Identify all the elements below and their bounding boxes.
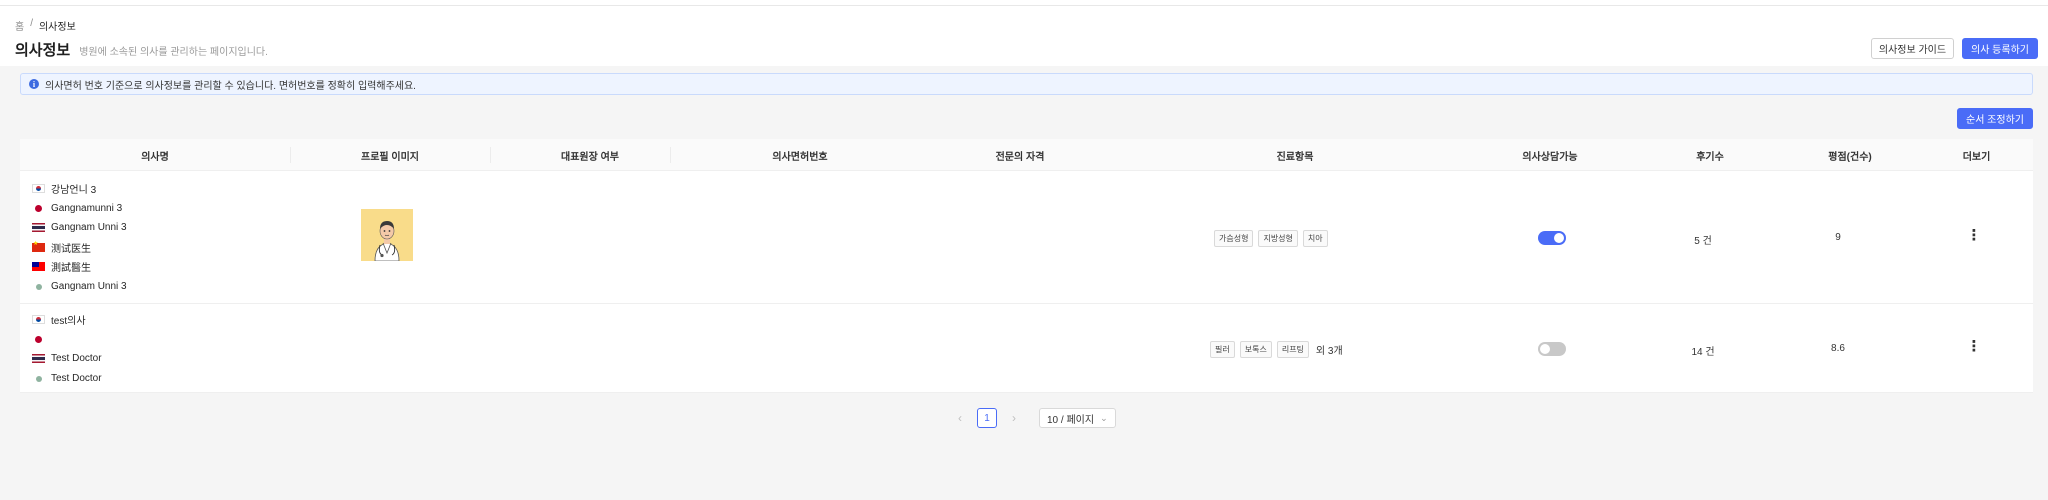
doctor-name-text: test의사 xyxy=(51,316,86,328)
review-count: 5 건 xyxy=(1694,236,1712,247)
review-count: 14 건 xyxy=(1691,347,1715,358)
page-subtitle: 병원에 소속된 의사를 관리하는 페이지입니다. xyxy=(79,47,268,58)
cn-flag-icon xyxy=(32,240,45,252)
treatment-tag: 보톡스 xyxy=(1239,341,1272,358)
toggle-knob xyxy=(1554,233,1564,243)
doctor-guide-button[interactable]: 의사정보 가이드 xyxy=(1871,38,1954,59)
doctor-name-line: test의사 xyxy=(32,310,102,330)
doctor-name-text: Test Doctor xyxy=(51,353,102,365)
breadcrumb: 홈 / 의사정보 xyxy=(15,18,76,33)
page-size-select[interactable]: 10 / 페이지 ⌄ xyxy=(1039,408,1116,428)
info-icon: i xyxy=(29,79,39,89)
doctor-name-line: 강남언니 3 xyxy=(32,179,127,199)
page-number-button[interactable]: 1 xyxy=(977,408,997,428)
chevron-down-icon: ⌄ xyxy=(1100,412,1108,423)
doctor-name-text: Gangnamunni 3 xyxy=(51,202,123,214)
column-header-head-director: 대표원장 여부 xyxy=(561,151,619,163)
doctor-avatar xyxy=(361,209,413,262)
doctor-name-line: Gangnam Unni 3 xyxy=(32,218,127,238)
doctor-name-line: 测试医生 xyxy=(32,238,127,258)
doctor-name-text: 测试医生 xyxy=(51,243,91,255)
treatment-tag: 필러 xyxy=(1210,341,1235,358)
prev-page-icon[interactable]: ‹ xyxy=(953,411,967,425)
jp-flag-icon xyxy=(32,204,45,213)
rating-value: 9 xyxy=(1835,232,1841,243)
table-row[interactable]: 강남언니 3 Gangnamunni 3 Gangnam Unni 3 测试医生… xyxy=(20,171,2033,304)
kr-flag-icon xyxy=(32,315,45,325)
page-title: 의사정보 xyxy=(15,42,71,59)
doctor-name-line: Gangnamunni 3 xyxy=(32,199,127,219)
rating-value: 8.6 xyxy=(1831,343,1845,354)
kr-flag-icon xyxy=(32,184,45,194)
register-doctor-button[interactable]: 의사 등록하기 xyxy=(1962,38,2038,59)
doctor-name-line: 測試醫生 xyxy=(32,257,127,277)
treatment-tag: 가슴성형 xyxy=(1214,230,1254,247)
column-header-name: 의사명 xyxy=(141,151,169,163)
doctor-name-list: test의사 Test Doctor Test Doctor xyxy=(32,310,102,388)
column-header-review-count: 후기수 xyxy=(1696,151,1724,163)
table-row[interactable]: test의사 Test Doctor Test Doctor 필러 보톡스 리프… xyxy=(20,304,2033,393)
doctor-name-text: 測試醫生 xyxy=(51,263,91,275)
doctor-name-text: Test Doctor xyxy=(51,372,102,384)
title-row: 의사정보 병원에 소속된 의사를 관리하는 페이지입니다. xyxy=(15,39,268,60)
column-header-consultation: 의사상담가능 xyxy=(1522,151,1578,163)
globe-dot-icon xyxy=(32,282,45,291)
column-header-more: 더보기 xyxy=(1962,151,1991,163)
doctor-name-line: Test Doctor xyxy=(32,349,102,369)
breadcrumb-home[interactable]: 홈 xyxy=(15,18,24,33)
doctor-name-line: Gangnam Unni 3 xyxy=(32,277,127,297)
main-content: i 의사면허 번호 기준으로 의사정보를 관리할 수 있습니다. 면허번호를 정… xyxy=(0,66,2048,500)
toggle-knob xyxy=(1540,344,1550,354)
doctor-name-line: Test Doctor xyxy=(32,369,102,389)
column-header-rating: 평점(건수) xyxy=(1828,151,1872,163)
doctor-name-text: Gangnam Unni 3 xyxy=(51,280,127,292)
th-flag-icon xyxy=(32,223,45,233)
jp-flag-icon xyxy=(32,335,45,344)
column-divider xyxy=(670,147,671,163)
breadcrumb-current: 의사정보 xyxy=(38,22,76,33)
treatment-tags: 가슴성형 지방성형 치아 xyxy=(1214,230,1328,247)
th-flag-icon xyxy=(32,354,45,364)
treatment-tag: 리프팅 xyxy=(1276,341,1309,358)
doctor-name-line xyxy=(32,330,102,350)
doctor-name-text: 강남언니 3 xyxy=(51,185,97,197)
doctor-avatar-illustration xyxy=(361,209,413,262)
more-options-icon[interactable]: ⋮ xyxy=(1967,228,1982,243)
pagination: ‹ 1 › 10 / 페이지 ⌄ xyxy=(953,408,1116,428)
info-alert-text: 의사면허 번호 기준으로 의사정보를 관리할 수 있습니다. 면허번호를 정확히… xyxy=(45,80,416,92)
next-page-icon[interactable]: › xyxy=(1007,411,1021,425)
doctor-name-list: 강남언니 3 Gangnamunni 3 Gangnam Unni 3 测试医生… xyxy=(32,179,127,296)
consultation-toggle[interactable] xyxy=(1538,342,1566,356)
treatment-tag: 지방성형 xyxy=(1258,230,1298,247)
page-header: 홈 / 의사정보 의사정보 병원에 소속된 의사를 관리하는 페이지입니다. 의… xyxy=(0,6,2048,66)
column-header-specialist: 전문의 자격 xyxy=(995,151,1045,163)
globe-dot-icon xyxy=(32,374,45,383)
column-header-license-number: 의사면허번호 xyxy=(772,151,828,163)
treatment-more-count: 외 3개 xyxy=(1315,346,1343,357)
doctor-table: 의사명 프로필 이미지 대표원장 여부 의사면허번호 전문의 자격 진료항목 의… xyxy=(20,139,2033,393)
doctor-name-text: Gangnam Unni 3 xyxy=(51,222,127,234)
column-header-treatments: 진료항목 xyxy=(1276,151,1314,163)
page-size-value: 10 / 페이지 xyxy=(1047,414,1095,426)
reorder-button[interactable]: 순서 조정하기 xyxy=(1957,108,2033,129)
treatment-tag: 치아 xyxy=(1302,230,1328,247)
table-header: 의사명 프로필 이미지 대표원장 여부 의사면허번호 전문의 자격 진료항목 의… xyxy=(20,139,2033,171)
info-alert: i 의사면허 번호 기준으로 의사정보를 관리할 수 있습니다. 면허번호를 정… xyxy=(20,73,2033,95)
treatment-tags: 필러 보톡스 리프팅 외 3개 xyxy=(1210,341,1343,358)
more-options-icon[interactable]: ⋮ xyxy=(1967,339,1982,354)
tw-flag-icon xyxy=(32,262,45,272)
breadcrumb-separator: / xyxy=(30,18,33,29)
consultation-toggle[interactable] xyxy=(1538,231,1566,245)
column-header-profile-image: 프로필 이미지 xyxy=(361,151,419,163)
